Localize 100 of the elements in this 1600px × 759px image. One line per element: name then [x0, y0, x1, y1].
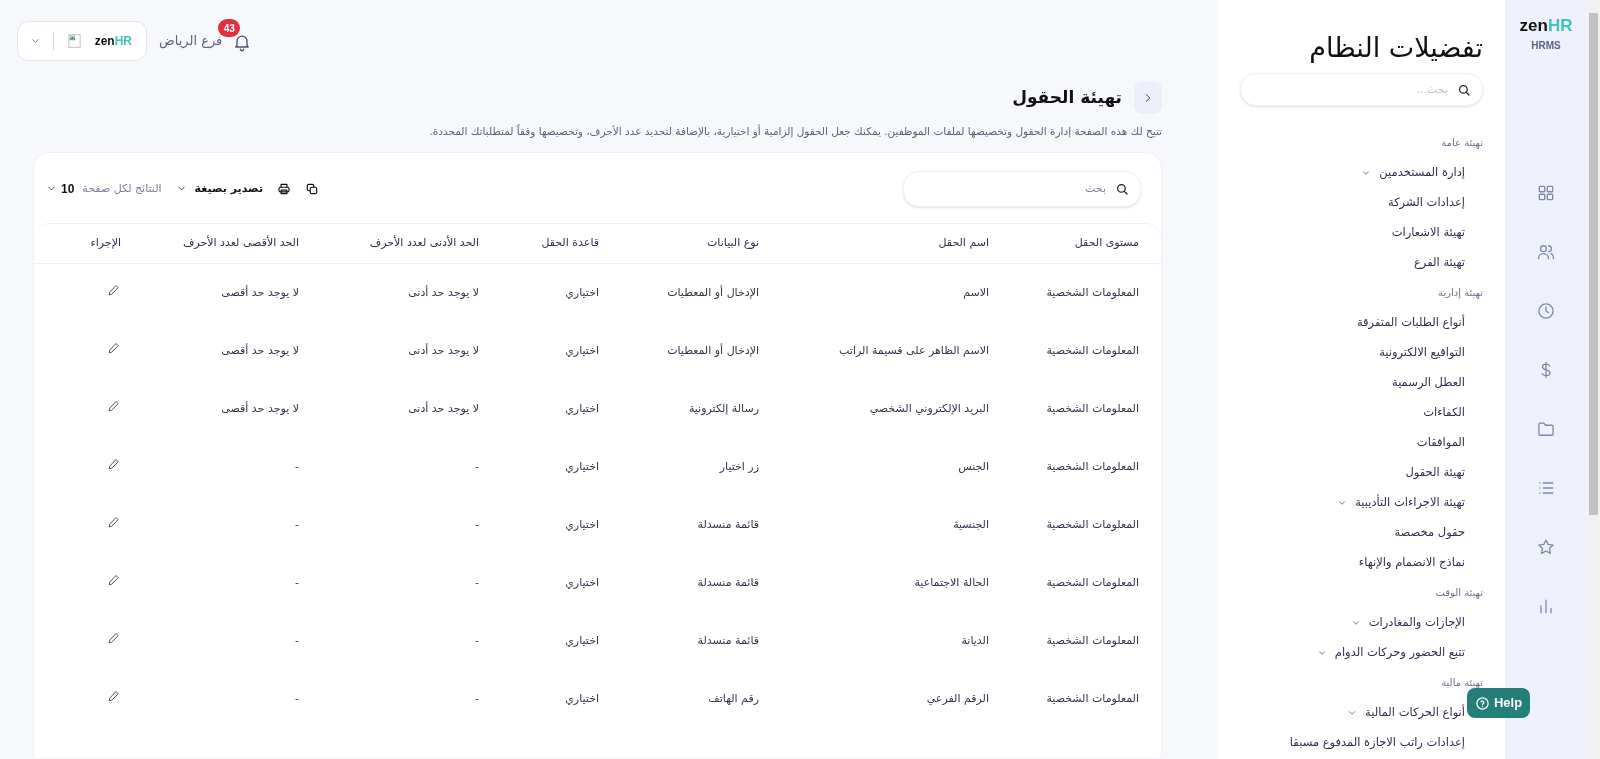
table-cell-text: قائمة منسدلة	[696, 632, 760, 649]
table-cell-text: المعلومات الشخصية	[1045, 400, 1140, 417]
table-cell-text: المعلومات الشخصية	[1045, 342, 1140, 359]
table-cell-text: -	[294, 632, 300, 649]
table-cell-text: المعلومات الشخصية	[1045, 458, 1140, 475]
export-dropdown[interactable]: تصدير بصيغة	[175, 180, 264, 197]
table-cell: لا يوجد حد أقصى	[121, 263, 311, 322]
section-heading: تهيئة عامة	[1440, 136, 1483, 151]
sidebar-item[interactable]: تهيئة الفرع	[1414, 248, 1465, 278]
notification-badge: 43	[218, 19, 241, 37]
table-cell-text: لا يوجد حد أدنى	[407, 342, 480, 359]
sidebar-item[interactable]: تهيئة الحقول	[1405, 458, 1465, 488]
search-icon	[1115, 181, 1129, 196]
copy-icon[interactable]	[305, 181, 320, 196]
edit-icon[interactable]	[106, 282, 121, 298]
table-cell-text: لا يوجد حد أدنى	[407, 400, 480, 417]
users-icon[interactable]	[1536, 242, 1556, 262]
edit-icon[interactable]	[106, 456, 121, 472]
sidebar-item[interactable]: إدارة المستخدمين	[1361, 158, 1465, 188]
sidebar-item[interactable]: تتبع الحضور وحركات الدوام	[1316, 638, 1465, 668]
sidebar-item[interactable]: الموافقات	[1416, 428, 1465, 458]
table-cell-text: -	[294, 690, 300, 707]
table-cell-text: -	[294, 516, 300, 533]
table-cell-text: اختياري	[564, 632, 600, 649]
page-title: تهيئة الحقول	[1012, 86, 1122, 110]
sidebar-item[interactable]: نماذج الانضمام والإنهاء	[1358, 548, 1465, 578]
edit-icon[interactable]	[106, 514, 121, 530]
clock-icon[interactable]	[1536, 301, 1556, 321]
table-cell-text: زر اختيار	[718, 458, 760, 475]
table-cell: الإدخال أو المعطيات	[611, 263, 771, 322]
column-header: قاعدة الحقل	[491, 223, 611, 264]
star-icon[interactable]	[1536, 537, 1556, 557]
edit-icon[interactable]	[106, 398, 121, 414]
grid-icon[interactable]	[1536, 183, 1556, 203]
table-cell-text: الجنس	[957, 458, 990, 475]
table-cell-text: الحالة الاجتماعية	[913, 574, 990, 591]
table-cell-text: رقم الهاتف	[707, 690, 760, 707]
sidebar-item[interactable]: أنواع الطلبات المتفرقة	[1356, 308, 1465, 338]
table-cell-text: المعلومات الشخصية	[1045, 574, 1140, 591]
edit-icon[interactable]	[106, 340, 121, 356]
column-header: مستوى الحقل	[1001, 223, 1161, 264]
sidebar-item[interactable]: تهيئة الاشعارات	[1391, 218, 1465, 248]
help-button[interactable]: Help	[1467, 688, 1530, 718]
table-cell-text: المعلومات الشخصية	[1045, 632, 1140, 649]
column-header: الحد الأقصى لعدد الأحرف	[121, 223, 311, 264]
edit-icon[interactable]	[106, 688, 121, 704]
scrollbar[interactable]	[1587, 0, 1600, 759]
sidebar-item[interactable]: إعدادات الشركة	[1387, 188, 1465, 218]
sidebar-item[interactable]: حقول مخصصة	[1394, 518, 1465, 548]
table-cell-text: الديانة	[960, 632, 990, 649]
sidebar-item[interactable]: العطل الرسمية	[1392, 368, 1465, 398]
table-cell-text: قائمة منسدلة	[696, 574, 760, 591]
sidebar-item[interactable]: إعدادات راتب الاجازة المدفوع مسبقا	[1289, 728, 1465, 758]
table-cell-text: -	[294, 458, 300, 475]
print-icon[interactable]	[277, 181, 292, 196]
table-cell-text: الإدخال أو المعطيات	[666, 342, 760, 359]
page-size-label: النتائج لكل صفحة	[82, 180, 162, 197]
table-cell-text: المعلومات الشخصية	[1045, 516, 1140, 533]
table-cell-text: -	[474, 574, 480, 591]
edit-icon[interactable]	[106, 572, 121, 588]
table-cell-text: -	[474, 516, 480, 533]
search-field[interactable]: بحث...	[1240, 73, 1483, 106]
column-header: اسم الحقل	[771, 223, 1001, 264]
page-description: تتيح لك هذه الصفحة إدارة الحقول وتخصيصها لملفات الموظفين. يمكنك جعل الحقول إلزامية أو اختيارية، بالإضافة لتحديد عدد الأحرف، وتخصيصها وفقاً لمتطلباتك المحددة.	[428, 124, 1162, 140]
column-header: الإجراء	[34, 223, 121, 264]
table-cell-text: اختياري	[564, 400, 600, 417]
table-cell-text: -	[474, 632, 480, 649]
table-cell-text: -	[474, 458, 480, 475]
product-name: HRMS	[1531, 39, 1561, 53]
table-cell: الاسم	[771, 263, 1001, 322]
edit-icon[interactable]	[106, 630, 121, 646]
sidebar-item[interactable]: تهيئة الاجراءات التأديبية	[1337, 488, 1465, 518]
table-cell-text: لا يوجد حد أقصى	[220, 342, 300, 359]
column-header: الحد الأدنى لعدد الأحرف	[311, 223, 491, 264]
sidebar-item[interactable]: أنواع الحركات المالية	[1347, 698, 1465, 728]
table-cell-text: المعلومات الشخصية	[1045, 690, 1140, 707]
section-heading: تهيئة إدارية	[1437, 286, 1483, 301]
table-cell-text: الجنسية	[952, 516, 990, 533]
table-cell: اختياري	[491, 263, 611, 322]
search-icon	[1457, 83, 1471, 97]
account-switcher[interactable]: zenHR	[17, 21, 147, 61]
table-cell-text: اختياري	[564, 690, 600, 707]
table-cell-text: اختياري	[564, 516, 600, 533]
help-icon	[1474, 695, 1490, 711]
page-size-dropdown[interactable]: 10	[46, 179, 75, 198]
table-cell-text: اختياري	[564, 458, 600, 475]
table-cell-text: اختياري	[564, 574, 600, 591]
table-cell-text: رسالة إلكترونية	[687, 400, 760, 417]
sidebar-item[interactable]: الإجازات والمغادرات	[1350, 608, 1465, 638]
sidebar-item[interactable]: الكفاءات	[1423, 398, 1465, 428]
table-cell-text: الاسم الظاهر على قسيمة الراتب	[838, 342, 990, 359]
table-cell: لا يوجد حد أدنى	[311, 263, 491, 322]
search-field[interactable]: بحث	[903, 170, 1141, 207]
table-cell-text: اختياري	[564, 342, 600, 359]
table-cell-text: -	[294, 574, 300, 591]
section-heading: تهيئة الوقت	[1434, 586, 1483, 601]
table-cell-text: -	[474, 690, 480, 707]
table-cell-text: الرقم الفرعي	[925, 690, 990, 707]
logo: zenHR	[94, 33, 132, 50]
sidebar-item[interactable]: التواقيع الالكترونية	[1379, 338, 1465, 368]
